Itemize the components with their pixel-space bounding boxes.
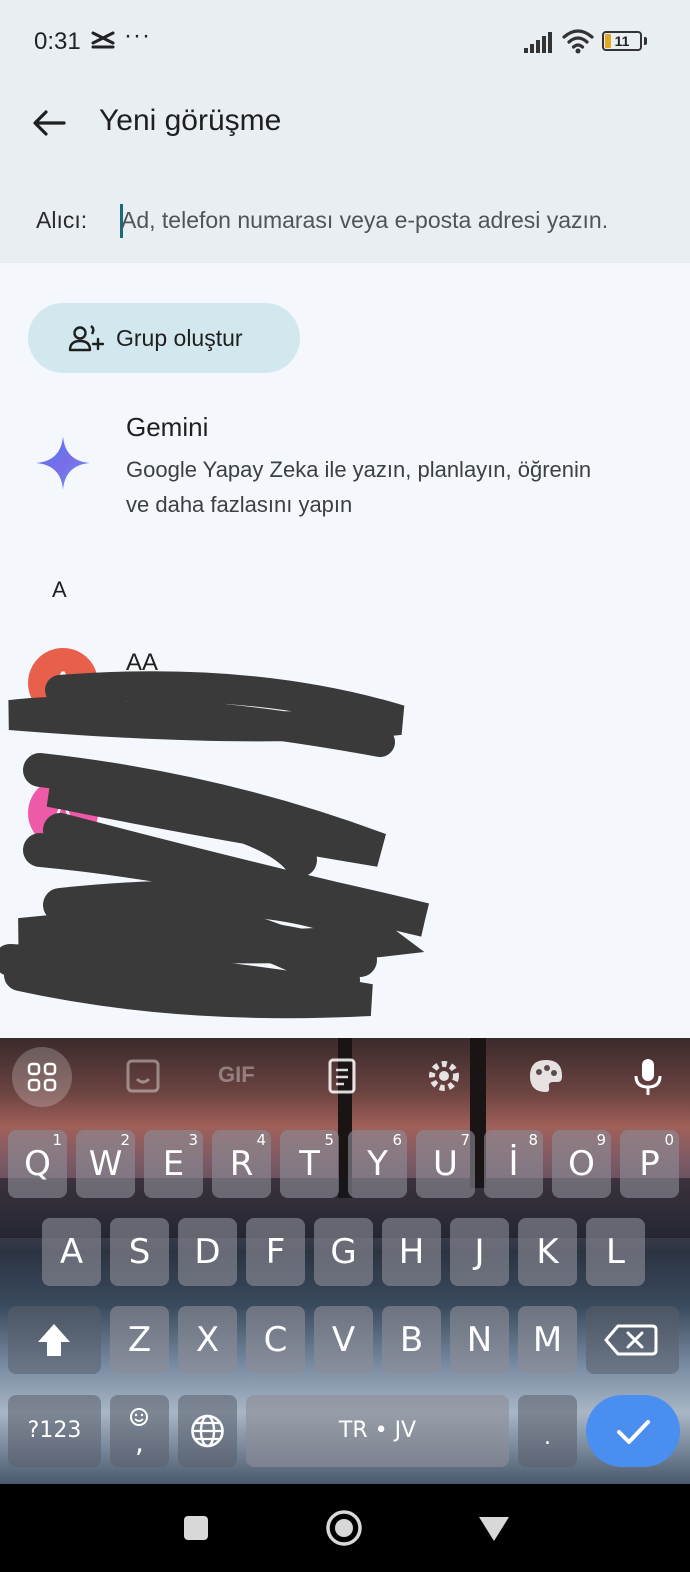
battery-percent: 11 bbox=[614, 33, 630, 49]
key-h[interactable]: H bbox=[382, 1218, 441, 1286]
on-screen-keyboard: GIF Q1 W2 E3 R4 T5 Y6 U7 İ8 O9 P0 A S D … bbox=[0, 1038, 690, 1484]
key-label: P bbox=[639, 1144, 660, 1184]
battery-tip bbox=[644, 37, 647, 45]
section-header-letter: A bbox=[52, 577, 67, 602]
key-q[interactable]: Q1 bbox=[8, 1130, 67, 1198]
battery-icon: 11 bbox=[602, 31, 642, 51]
recents-square-icon[interactable] bbox=[176, 1508, 216, 1548]
more-notifications-icon: ··· bbox=[124, 22, 151, 49]
microphone-icon[interactable] bbox=[620, 1052, 676, 1102]
page-title: Yeni görüşme bbox=[99, 104, 282, 137]
emoji-comma-key[interactable]: , bbox=[110, 1395, 169, 1467]
back-triangle-icon[interactable] bbox=[474, 1508, 514, 1548]
system-navigation-bar bbox=[0, 1484, 690, 1572]
backspace-key[interactable] bbox=[586, 1306, 679, 1374]
status-time: 0:31 bbox=[34, 28, 81, 55]
keyboard-toolbar: GIF bbox=[0, 1038, 690, 1116]
key-label: O bbox=[568, 1144, 595, 1184]
gemini-description: Google Yapay Zeka ile yazın, planlayın, … bbox=[126, 457, 592, 517]
key-hint: 3 bbox=[188, 1131, 198, 1149]
key-e[interactable]: E3 bbox=[144, 1130, 203, 1198]
key-label: E bbox=[162, 1144, 185, 1184]
key-hint: 1 bbox=[52, 1131, 62, 1149]
key-m[interactable]: M bbox=[518, 1306, 577, 1374]
key-s[interactable]: S bbox=[110, 1218, 169, 1286]
gemini-name: Gemini bbox=[126, 412, 209, 442]
gemini-list-item[interactable]: Gemini Google Yapay Zeka ile yazın, plan… bbox=[0, 400, 690, 540]
key-c[interactable]: C bbox=[246, 1306, 305, 1374]
wifi-icon bbox=[562, 29, 594, 54]
key-label: Q bbox=[24, 1144, 51, 1184]
key-label: T bbox=[299, 1144, 320, 1184]
gemini-sparkle-icon bbox=[36, 436, 90, 490]
key-k[interactable]: K bbox=[518, 1218, 577, 1286]
create-group-label: Grup oluştur bbox=[116, 325, 243, 351]
globe-icon bbox=[191, 1414, 224, 1448]
key-j[interactable]: J bbox=[450, 1218, 509, 1286]
recipient-label: Alıcı: bbox=[36, 207, 88, 233]
redaction-scribble bbox=[0, 671, 430, 1019]
recipient-input[interactable] bbox=[121, 200, 681, 240]
key-label: U bbox=[433, 1144, 458, 1184]
key-a[interactable]: A bbox=[42, 1218, 101, 1286]
enter-key[interactable] bbox=[586, 1395, 680, 1467]
key-hint: 2 bbox=[120, 1131, 130, 1149]
key-v[interactable]: V bbox=[314, 1306, 373, 1374]
key-p[interactable]: P0 bbox=[620, 1130, 679, 1198]
key-z[interactable]: Z bbox=[110, 1306, 169, 1374]
key-hint: 4 bbox=[256, 1131, 266, 1149]
arrow-left-icon[interactable] bbox=[30, 104, 68, 142]
gif-button[interactable]: GIF bbox=[218, 1062, 268, 1112]
key-label: İ bbox=[508, 1144, 519, 1184]
capcut-icon bbox=[90, 29, 116, 57]
symbols-key[interactable]: ?123 bbox=[8, 1395, 101, 1467]
shift-icon bbox=[38, 1324, 70, 1356]
key-r[interactable]: R4 bbox=[212, 1130, 271, 1198]
add-group-icon bbox=[68, 325, 104, 352]
clipboard-icon[interactable] bbox=[314, 1052, 370, 1102]
key-hint: 7 bbox=[460, 1131, 470, 1149]
key-label: W bbox=[88, 1144, 123, 1184]
status-bar: 0:31 ··· 11 bbox=[0, 0, 690, 80]
key-i-dotted[interactable]: İ8 bbox=[484, 1130, 543, 1198]
home-circle-icon[interactable] bbox=[323, 1508, 365, 1548]
sticker-icon[interactable] bbox=[116, 1052, 172, 1102]
shift-key[interactable] bbox=[8, 1306, 101, 1374]
checkmark-icon bbox=[617, 1420, 650, 1444]
key-x[interactable]: X bbox=[178, 1306, 237, 1374]
key-o[interactable]: O9 bbox=[552, 1130, 611, 1198]
key-y[interactable]: Y6 bbox=[348, 1130, 407, 1198]
key-d[interactable]: D bbox=[178, 1218, 237, 1286]
key-hint: 8 bbox=[528, 1131, 538, 1149]
space-key[interactable]: TR • JV bbox=[246, 1395, 509, 1467]
key-hint: 0 bbox=[664, 1131, 674, 1149]
key-g[interactable]: G bbox=[314, 1218, 373, 1286]
comma-label: , bbox=[135, 1426, 144, 1459]
key-l[interactable]: L bbox=[586, 1218, 645, 1286]
key-hint: 5 bbox=[324, 1131, 334, 1149]
key-label: Y bbox=[367, 1144, 388, 1184]
key-n[interactable]: N bbox=[450, 1306, 509, 1374]
key-b[interactable]: B bbox=[382, 1306, 441, 1374]
settings-gear-icon[interactable] bbox=[416, 1052, 472, 1102]
key-u[interactable]: U7 bbox=[416, 1130, 475, 1198]
key-label: R bbox=[229, 1144, 254, 1184]
period-key[interactable]: . bbox=[518, 1395, 577, 1467]
key-hint: 9 bbox=[596, 1131, 606, 1149]
create-group-button[interactable]: Grup oluştur bbox=[28, 303, 300, 373]
signal-icon bbox=[524, 32, 552, 53]
palette-icon[interactable] bbox=[518, 1052, 574, 1102]
key-w[interactable]: W2 bbox=[76, 1130, 135, 1198]
apps-grid-icon[interactable] bbox=[12, 1047, 72, 1107]
app-header-area: 0:31 ··· 11 Yeni görüşme Alıcı: bbox=[0, 0, 690, 263]
key-f[interactable]: F bbox=[246, 1218, 305, 1286]
language-key[interactable] bbox=[178, 1395, 237, 1467]
key-hint: 6 bbox=[392, 1131, 402, 1149]
backspace-icon bbox=[604, 1324, 658, 1356]
key-t[interactable]: T5 bbox=[280, 1130, 339, 1198]
